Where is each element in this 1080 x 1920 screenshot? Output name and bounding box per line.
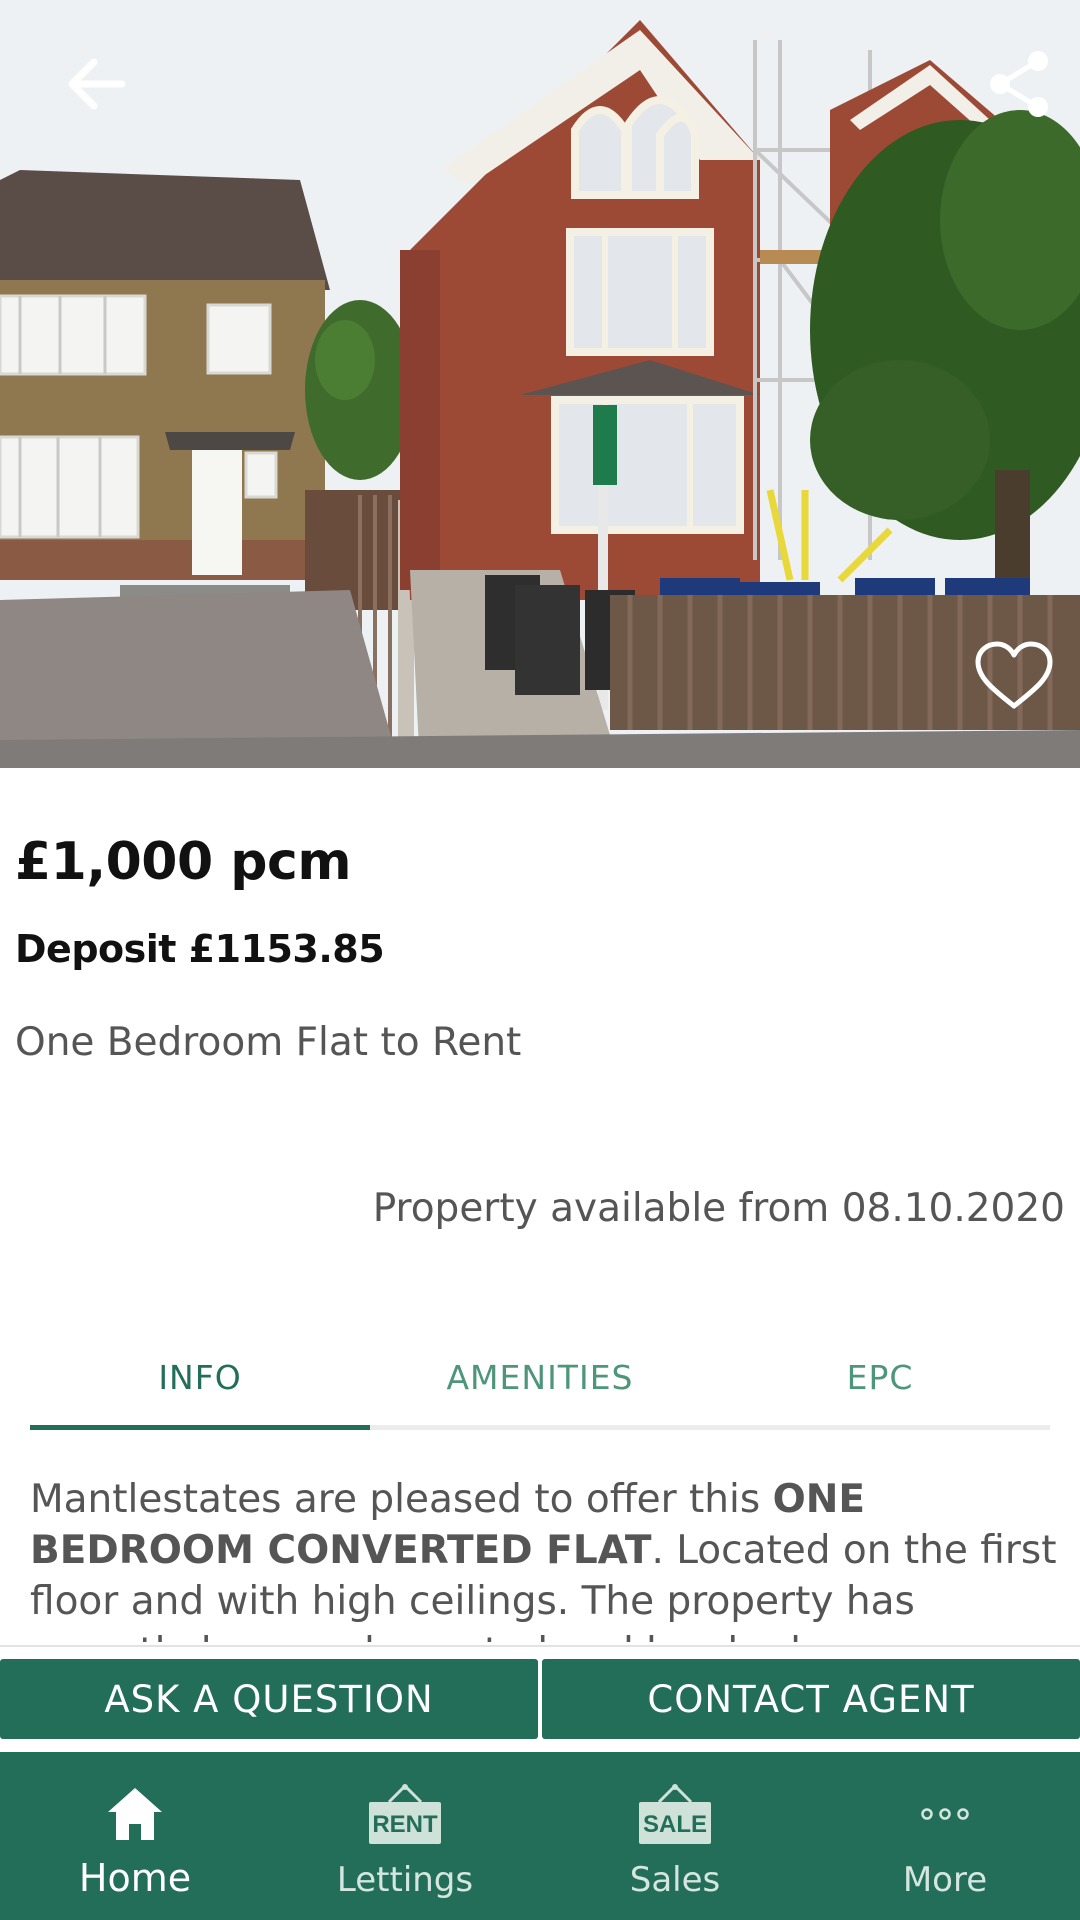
- description-intro: Mantlestates are pleased to offer this: [30, 1477, 773, 1522]
- favourite-button[interactable]: [964, 630, 1064, 722]
- share-icon: [990, 51, 1048, 117]
- deposit: Deposit £1153.85: [15, 927, 385, 971]
- home-icon: [108, 1788, 162, 1840]
- nav-lettings[interactable]: RENT Lettings: [270, 1752, 540, 1920]
- nav-more[interactable]: More: [810, 1752, 1080, 1920]
- nav-sales-label: Sales: [629, 1860, 721, 1900]
- heart-outline-icon: [975, 641, 1053, 709]
- detail-tabs: INFO AMENITIES EPC: [30, 1330, 1050, 1430]
- back-button[interactable]: [46, 44, 146, 124]
- property-photo-image: [0, 0, 1080, 768]
- property-description: Mantlestates are pleased to offer this O…: [30, 1474, 1060, 1642]
- property-type: One Bedroom Flat to Rent: [15, 1020, 522, 1065]
- arrow-left-icon: [68, 58, 126, 110]
- nav-sales[interactable]: SALE Sales: [540, 1752, 810, 1920]
- rent-sign-text: RENT: [372, 1811, 438, 1838]
- tab-info[interactable]: INFO: [30, 1330, 370, 1430]
- bottom-navigation: Home RENT Lettings SALE Sales More: [0, 1752, 1080, 1920]
- sale-sign-icon: SALE: [639, 1783, 711, 1844]
- nav-home[interactable]: Home: [0, 1752, 270, 1920]
- nav-home-label: Home: [78, 1856, 192, 1900]
- nav-more-label: More: [902, 1860, 988, 1900]
- nav-lettings-label: Lettings: [336, 1860, 474, 1900]
- rent-sign-icon: RENT: [369, 1783, 441, 1844]
- more-dots-icon: [921, 1808, 969, 1820]
- ask-question-button[interactable]: ASK A QUESTION: [0, 1659, 538, 1739]
- tab-epc[interactable]: EPC: [710, 1330, 1050, 1425]
- tab-amenities[interactable]: AMENITIES: [370, 1330, 710, 1425]
- availability-date: Property available from 08.10.2020: [372, 1186, 1065, 1231]
- share-button[interactable]: [970, 44, 1070, 124]
- property-photo[interactable]: [0, 0, 1080, 768]
- contact-agent-button[interactable]: CONTACT AGENT: [542, 1659, 1080, 1739]
- price: £1,000 pcm: [15, 832, 352, 892]
- action-bar: ASK A QUESTION CONTACT AGENT: [0, 1645, 1080, 1753]
- sale-sign-text: SALE: [643, 1811, 707, 1838]
